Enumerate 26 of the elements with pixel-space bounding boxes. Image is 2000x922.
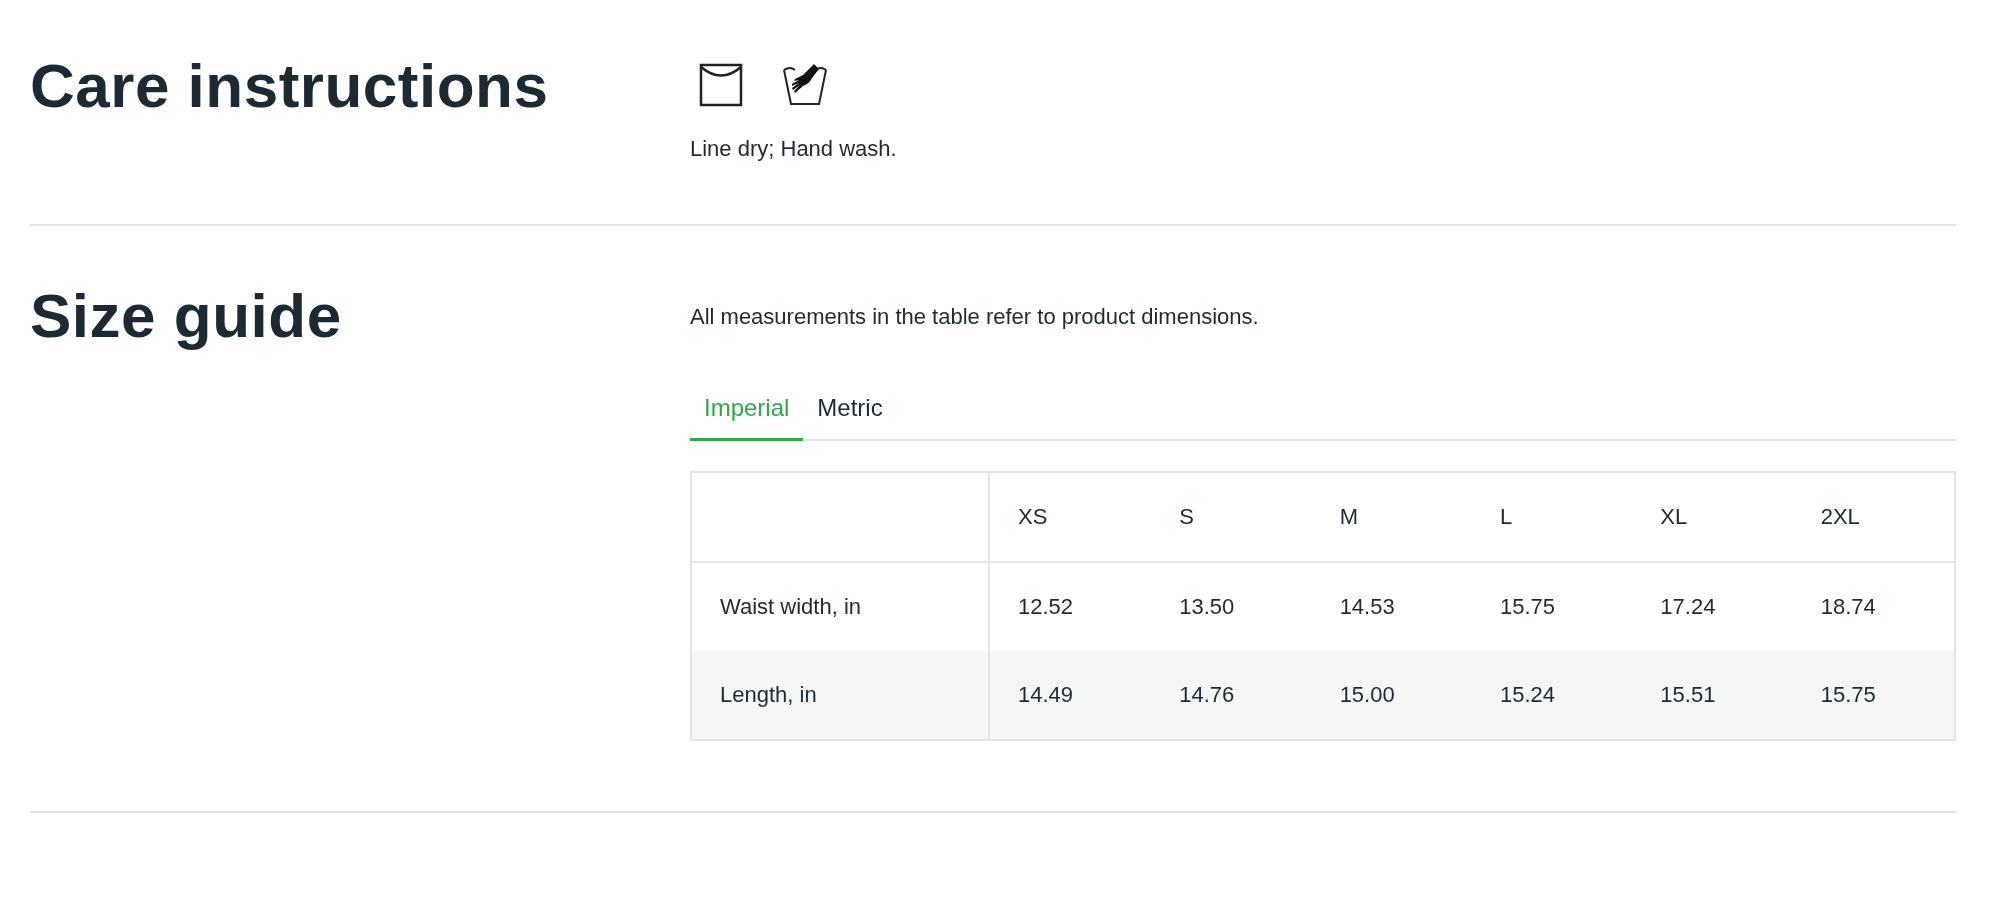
table-cell: 14.76 xyxy=(1151,651,1312,740)
table-cell: 15.75 xyxy=(1471,562,1633,651)
column-header: M xyxy=(1311,472,1472,562)
table-cell: 13.50 xyxy=(1151,562,1312,651)
table-cell: 14.53 xyxy=(1311,562,1472,651)
size-description: All measurements in the table refer to product dimensions. xyxy=(690,304,1260,330)
table-cell: 18.74 xyxy=(1792,562,1955,651)
table-cell: 14.49 xyxy=(989,651,1152,740)
table-cell: 17.24 xyxy=(1632,562,1793,651)
column-header: L xyxy=(1471,472,1633,562)
table-cell: 15.24 xyxy=(1471,651,1633,740)
section-heading: Size guide xyxy=(30,282,343,352)
unit-tab[interactable]: Metric xyxy=(803,384,897,441)
section-heading: Care instructions xyxy=(30,52,550,122)
table-cell: 12.52 xyxy=(989,562,1152,651)
column-header: XL xyxy=(1632,472,1793,562)
column-header: 2XL xyxy=(1792,472,1955,562)
row-label: Length, in xyxy=(691,651,989,740)
care-text: Line dry; Hand wash. xyxy=(690,136,898,162)
table-cell: 15.75 xyxy=(1792,651,1955,740)
column-header: XS xyxy=(989,472,1152,562)
table-cell: 15.00 xyxy=(1311,651,1472,740)
hand-wash-icon xyxy=(782,62,828,108)
line-dry-icon xyxy=(698,62,744,108)
column-header: S xyxy=(1151,472,1312,562)
table-cell: 15.51 xyxy=(1632,651,1793,740)
